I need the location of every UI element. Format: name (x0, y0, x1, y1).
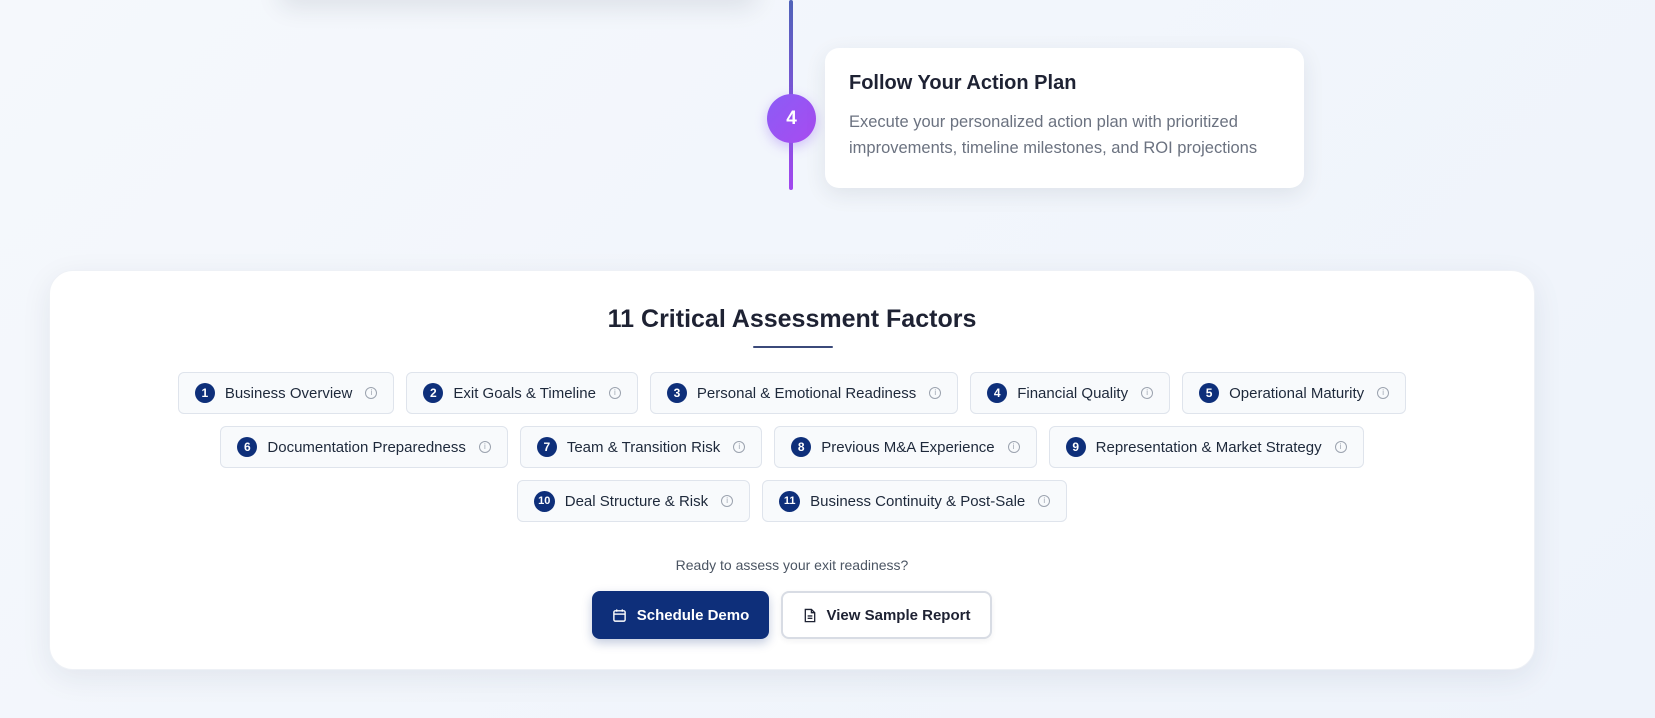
info-icon[interactable]: i (1334, 441, 1347, 453)
info-icon[interactable]: i (608, 387, 621, 399)
info-icon[interactable]: i (478, 441, 491, 453)
factor-number: 9 (1065, 437, 1086, 457)
info-icon[interactable]: i (1038, 495, 1051, 507)
factor-label: Previous M&A Experience (821, 438, 995, 456)
factor-chip[interactable]: 7 Team & Transition Risk i (519, 426, 763, 468)
step-number-badge: 4 (767, 94, 816, 143)
factor-number: 7 (536, 437, 557, 457)
factor-label: Personal & Emotional Readiness (696, 384, 917, 402)
factor-label: Representation & Market Strategy (1095, 438, 1322, 456)
factor-number: 2 (423, 383, 444, 403)
document-icon (803, 608, 817, 623)
factor-label: Exit Goals & Timeline (453, 384, 596, 402)
factor-number: 11 (779, 490, 801, 512)
cta-prompt: Ready to assess your exit readiness? (675, 557, 909, 573)
step-description: Execute your personalized action plan wi… (849, 113, 1258, 157)
info-icon[interactable]: i (929, 387, 942, 399)
factor-chip[interactable]: 10 Deal Structure & Risk i (516, 480, 751, 522)
factor-chip[interactable]: 2 Exit Goals & Timeline i (406, 372, 638, 414)
factor-chip[interactable]: 9 Representation & Market Strategy i (1048, 426, 1364, 468)
factor-label: Operational Maturity (1229, 384, 1365, 402)
view-sample-report-label: View Sample Report (826, 606, 971, 624)
factor-number: 6 (237, 437, 258, 457)
factor-number: 5 (1199, 383, 1220, 403)
factor-label: Documentation Preparedness (267, 438, 466, 456)
factor-number: 8 (791, 437, 812, 457)
info-icon[interactable]: i (733, 441, 746, 453)
step-card: Follow Your Action Plan Execute your per… (825, 48, 1304, 188)
factor-chip[interactable]: 6 Documentation Preparedness i (220, 426, 508, 468)
title-underline (753, 346, 833, 348)
info-icon[interactable]: i (1141, 387, 1154, 399)
factor-chip[interactable]: 11 Business Continuity & Post-Sale i (762, 480, 1068, 522)
factor-label: Team & Transition Risk (566, 438, 721, 456)
info-icon[interactable]: i (721, 495, 734, 507)
factor-chip[interactable]: 1 Business Overview i (177, 372, 395, 414)
factor-number: 10 (533, 490, 555, 512)
factor-number: 4 (987, 383, 1008, 403)
step-title: Follow Your Action Plan (849, 72, 1077, 94)
factors-title: 11 Critical Assessment Factors (607, 305, 977, 333)
factor-label: Financial Quality (1017, 384, 1129, 402)
info-icon[interactable]: i (1377, 387, 1390, 399)
factor-chip-row: 10 Deal Structure & Risk i 11 Business C… (50, 480, 1534, 522)
factor-number: 1 (194, 383, 215, 403)
factor-chip[interactable]: 4 Financial Quality i (970, 372, 1171, 414)
calendar-icon (612, 608, 627, 623)
factor-chip[interactable]: 3 Personal & Emotional Readiness i (649, 372, 959, 414)
assessment-factors-panel: 11 Critical Assessment Factors 1 Busines… (49, 270, 1535, 670)
info-icon[interactable]: i (365, 387, 378, 399)
factor-number: 3 (666, 383, 687, 403)
factor-chip[interactable]: 5 Operational Maturity i (1182, 372, 1407, 414)
factor-chip[interactable]: 8 Previous M&A Experience i (774, 426, 1037, 468)
schedule-demo-button[interactable]: Schedule Demo (592, 591, 769, 639)
factor-label: Business Overview (224, 384, 353, 402)
view-sample-report-button[interactable]: View Sample Report (781, 591, 992, 639)
factor-label: Deal Structure & Risk (564, 492, 709, 510)
factor-chip-list: 1 Business Overview i 2 Exit Goals & Tim… (50, 372, 1534, 534)
schedule-demo-label: Schedule Demo (636, 606, 750, 624)
info-icon[interactable]: i (1007, 441, 1020, 453)
factor-label: Business Continuity & Post-Sale (810, 492, 1026, 510)
factor-chip-row: 6 Documentation Preparedness i 7 Team & … (50, 426, 1534, 468)
factor-chip-row: 1 Business Overview i 2 Exit Goals & Tim… (50, 372, 1534, 414)
cta-buttons: Schedule Demo View Sample Report (50, 591, 1534, 639)
